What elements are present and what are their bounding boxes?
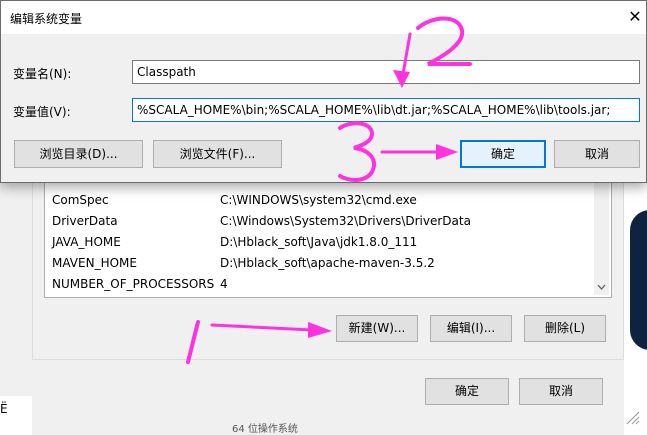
annotation-arrowhead-3 [436,144,458,160]
annotation-arrowhead-1 [308,322,332,338]
annotation-number-3 [338,121,376,182]
annotation-number-1 [186,320,200,364]
annotation-arrow-1 [210,323,314,332]
annotation-arrowhead-2 [393,70,410,88]
annotation-number-2 [416,16,472,66]
annotation-layer [186,16,472,364]
